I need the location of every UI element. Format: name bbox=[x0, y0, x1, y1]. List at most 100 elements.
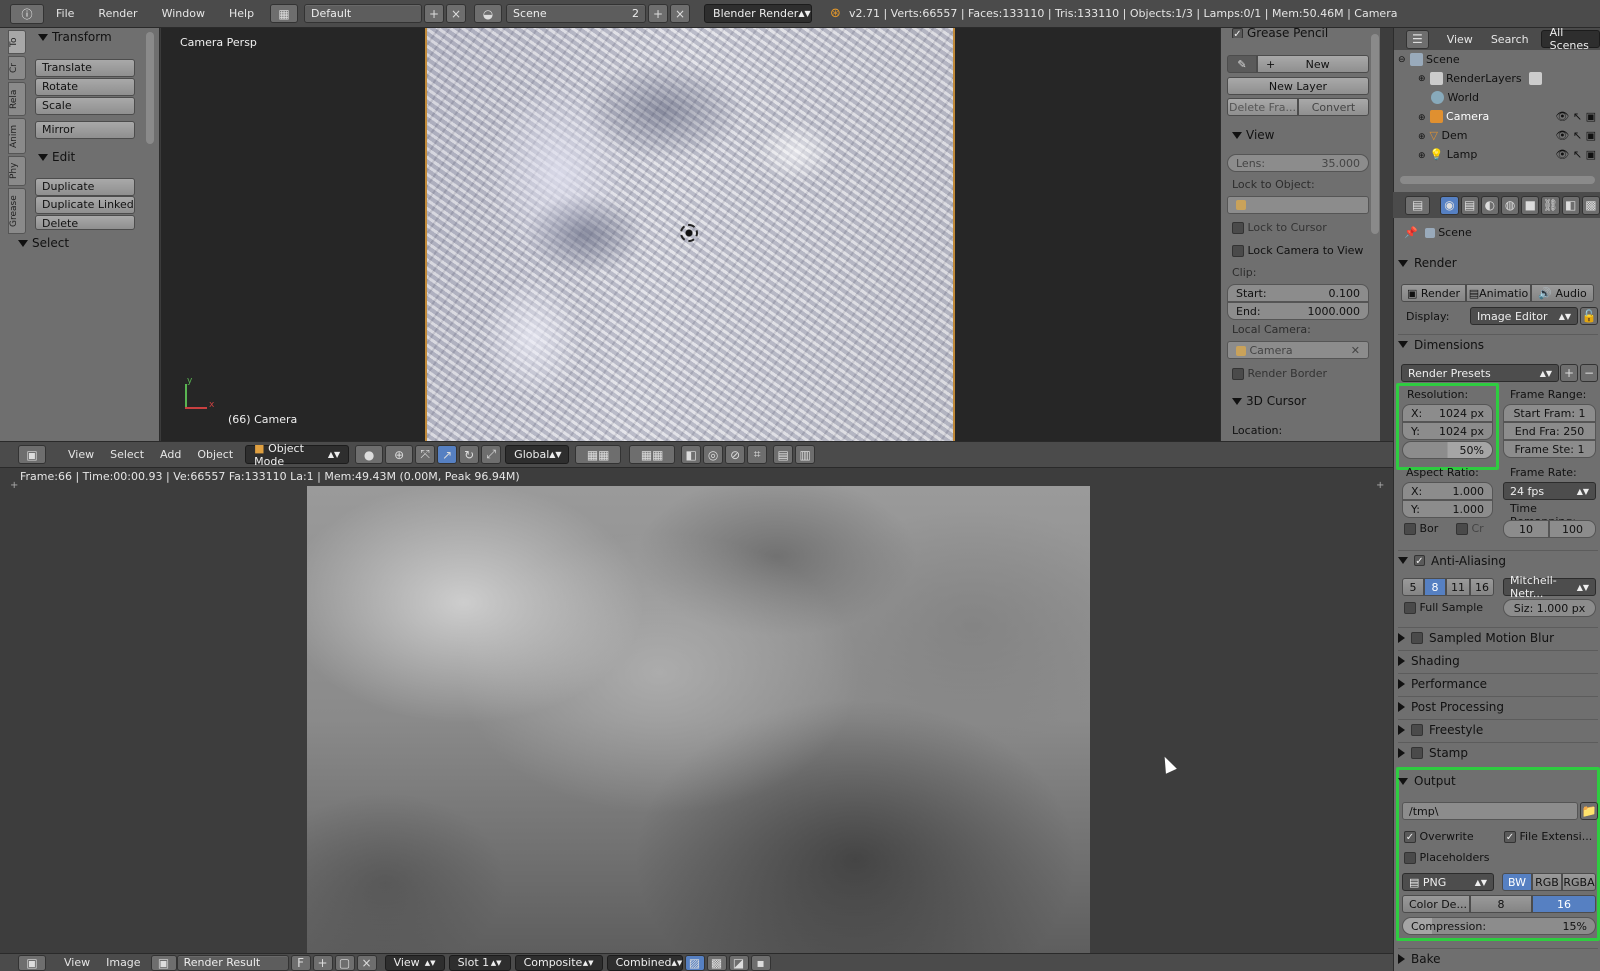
outliner-item-lamp[interactable]: ⊕ 💡 Lamp 👁 ↖ ▣ bbox=[1394, 145, 1600, 164]
local-camera-field[interactable]: Camera ✕ bbox=[1227, 341, 1369, 359]
scale-manipulator-icon[interactable]: ⤢ bbox=[481, 445, 502, 464]
lock-camera-to-view-checkbox[interactable]: Lock Camera to View bbox=[1232, 244, 1363, 257]
grease-pencil-header[interactable]: ✓ Grease Pencil bbox=[1232, 28, 1328, 38]
placeholders-checkbox[interactable]: Placeholders bbox=[1404, 851, 1490, 864]
overwrite-checkbox[interactable]: ✓ Overwrite bbox=[1404, 830, 1474, 843]
render-result-image[interactable] bbox=[307, 486, 1090, 953]
end-frame-field[interactable]: End Fra: 250 bbox=[1503, 422, 1596, 440]
output-path-field[interactable]: /tmp\ bbox=[1402, 802, 1578, 820]
dem-visibility-icons[interactable]: 👁 ↖ ▣ bbox=[1555, 129, 1596, 142]
snap-element-icon[interactable]: ⌗ bbox=[747, 445, 768, 464]
display-rgb-icon[interactable]: ▨ bbox=[684, 954, 705, 971]
outliner-item-camera[interactable]: ⊕ Camera 👁 ↖ ▣ bbox=[1394, 107, 1600, 126]
display-z-icon[interactable]: ◪ bbox=[728, 954, 749, 971]
dimensions-panel-header[interactable]: Dimensions bbox=[1398, 334, 1598, 354]
translate-button[interactable]: Translate bbox=[35, 59, 135, 77]
scene-tab-icon[interactable]: ◐ bbox=[1480, 195, 1500, 215]
scene-name-field[interactable]: Scene 2 bbox=[506, 4, 647, 23]
time-remap-new-field[interactable]: 100 bbox=[1549, 520, 1596, 538]
pass-dropdown[interactable]: Combined ▲▼ bbox=[606, 954, 683, 971]
stamp-panel-header[interactable]: Stamp bbox=[1398, 742, 1598, 762]
menu-help[interactable]: Help bbox=[217, 7, 266, 20]
lens-field[interactable]: Lens: 35.000 bbox=[1227, 154, 1369, 172]
select-panel-header[interactable]: Select bbox=[18, 236, 69, 250]
tab-tools[interactable]: To bbox=[8, 30, 26, 54]
snap-toggle-icon[interactable]: ⊘ bbox=[725, 445, 746, 464]
proportional-edit-icon[interactable]: ◎ bbox=[703, 445, 724, 464]
render-audio-button[interactable]: 🔊 Audio bbox=[1531, 284, 1594, 302]
layers-left-icon[interactable]: ▦▦ bbox=[575, 445, 622, 464]
tab-grease-pencil[interactable]: Grease bbox=[8, 188, 26, 234]
layer-lock-icon[interactable]: ◧ bbox=[681, 445, 702, 464]
lamp-visibility-icons[interactable]: 👁 ↖ ▣ bbox=[1555, 148, 1596, 161]
resolution-y-field[interactable]: Y: 1024 px bbox=[1402, 422, 1493, 440]
clear-field-icon[interactable]: ✕ bbox=[1351, 344, 1360, 357]
pencil-icon[interactable]: ✎ bbox=[1227, 55, 1257, 73]
editor-type-icon[interactable]: ▣ bbox=[18, 445, 46, 464]
fake-user-button[interactable]: F bbox=[290, 954, 311, 971]
frame-rate-dropdown[interactable]: 24 fps ▲▼ bbox=[1503, 482, 1596, 500]
new-layer-button[interactable]: New Layer bbox=[1227, 77, 1369, 95]
remove-preset-icon[interactable]: − bbox=[1580, 364, 1598, 382]
anti-aliasing-panel-header[interactable]: ✓ Anti-Aliasing bbox=[1398, 550, 1598, 570]
outliner-scrollbar[interactable] bbox=[1400, 176, 1595, 184]
view-mode-dropdown[interactable]: View ▲▼ bbox=[384, 954, 445, 971]
resolution-percentage-slider[interactable]: 50% bbox=[1402, 441, 1493, 459]
delete-frame-button[interactable]: Delete Fra... bbox=[1227, 98, 1298, 116]
start-frame-field[interactable]: Start Fram: 1 bbox=[1503, 404, 1596, 422]
lock-to-cursor-checkbox[interactable]: Lock to Cursor bbox=[1232, 221, 1327, 234]
display-mode-dropdown[interactable]: All Scenes bbox=[1540, 26, 1600, 52]
post-processing-panel-header[interactable]: Post Processing bbox=[1398, 696, 1598, 716]
info-icon[interactable]: ⓘ bbox=[10, 3, 44, 24]
object-tab-icon[interactable]: ■ bbox=[1521, 195, 1540, 215]
render-border-checkbox[interactable]: Render Border bbox=[1232, 367, 1327, 380]
tab-animation[interactable]: Anim bbox=[8, 118, 26, 154]
pivot-icon[interactable]: ⊕ bbox=[385, 445, 414, 464]
object-mode-dropdown[interactable]: ■ Object Mode ▲▼ bbox=[245, 442, 350, 468]
border-checkbox[interactable]: Bor bbox=[1404, 522, 1438, 535]
add-preset-icon[interactable]: + bbox=[1560, 364, 1578, 382]
compression-slider[interactable]: Compression: 15% bbox=[1402, 917, 1596, 935]
render-panel-header[interactable]: Render bbox=[1398, 253, 1598, 273]
delete-button[interactable]: Delete bbox=[35, 215, 135, 230]
delete-scene-button[interactable]: × bbox=[670, 4, 691, 23]
pin-image-icon[interactable]: ▪ bbox=[750, 954, 771, 971]
duplicate-button[interactable]: Duplicate bbox=[35, 178, 135, 196]
menu-window[interactable]: Window bbox=[150, 7, 217, 20]
transform-orientation-dropdown[interactable]: Global ▲▼ bbox=[505, 445, 570, 464]
color-bw-button[interactable]: BW bbox=[1502, 873, 1532, 891]
edit-panel-header[interactable]: Edit bbox=[38, 150, 75, 164]
rotate-manipulator-icon[interactable]: ↻ bbox=[459, 445, 480, 464]
duplicate-linked-button[interactable]: Duplicate Linked bbox=[35, 196, 135, 214]
slot-dropdown[interactable]: Slot 1 ▲▼ bbox=[448, 954, 511, 971]
n-panel-scrollbar[interactable] bbox=[1371, 34, 1379, 234]
bake-panel-header[interactable]: Bake bbox=[1398, 948, 1598, 968]
mirror-button[interactable]: Mirror bbox=[35, 121, 135, 139]
outliner-menu-search[interactable]: Search bbox=[1483, 33, 1537, 46]
scene-selector-icon[interactable]: ◒ bbox=[474, 4, 503, 23]
color-rgb-button[interactable]: RGB bbox=[1532, 873, 1562, 891]
output-panel-header[interactable]: Output bbox=[1398, 771, 1598, 791]
tool-shelf-scrollbar[interactable] bbox=[146, 32, 154, 144]
menu-view-image[interactable]: View bbox=[56, 956, 98, 969]
resolution-x-field[interactable]: X: 1024 px bbox=[1402, 404, 1493, 422]
properties-editor-icon[interactable]: ▤ bbox=[1405, 195, 1431, 215]
menu-add[interactable]: Add bbox=[152, 448, 189, 461]
render-animation-button[interactable]: ▤ Animatio bbox=[1466, 284, 1531, 302]
lock-object-field[interactable] bbox=[1227, 196, 1369, 214]
layout-selector-icon[interactable]: ▦ bbox=[270, 4, 299, 23]
render-anim-icon[interactable]: ▥ bbox=[795, 445, 816, 464]
outliner-menu-view[interactable]: View bbox=[1437, 33, 1483, 46]
area-corner-icon[interactable]: + bbox=[10, 480, 18, 491]
pin-icon[interactable]: 📌 bbox=[1404, 226, 1418, 239]
unlink-image-icon[interactable]: × bbox=[356, 954, 377, 971]
aa-filter-dropdown[interactable]: Mitchell-Netr... ▲▼ bbox=[1503, 574, 1596, 600]
add-scene-button[interactable]: + bbox=[648, 4, 669, 23]
menu-file[interactable]: File bbox=[44, 7, 86, 20]
tab-create[interactable]: Cr bbox=[8, 56, 26, 80]
outliner-item-dem[interactable]: ⊕ ▽ Dem 👁 ↖ ▣ bbox=[1394, 126, 1600, 145]
frame-step-field[interactable]: Frame Ste: 1 bbox=[1503, 440, 1596, 458]
menu-view[interactable]: View bbox=[60, 448, 102, 461]
menu-render[interactable]: Render bbox=[86, 7, 149, 20]
delete-layout-button[interactable]: × bbox=[446, 4, 467, 23]
